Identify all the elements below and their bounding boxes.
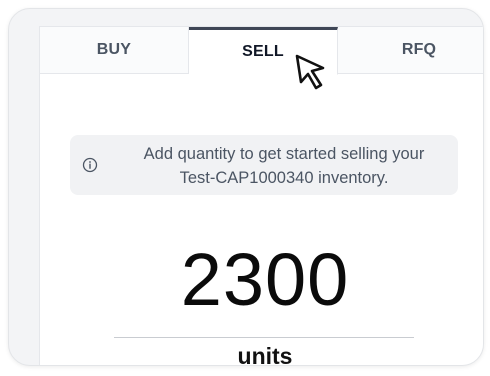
quantity-unit-label: units [237, 343, 293, 366]
info-banner: Add quantity to get started selling your… [70, 135, 458, 195]
app-frame: BUY SELL RFQ Add quantity to get started… [8, 8, 484, 366]
info-banner-text: Add quantity to get started selling your… [114, 142, 454, 190]
info-icon [82, 157, 98, 173]
tab-buy[interactable]: BUY [40, 27, 189, 74]
pointer-arrow-icon [295, 54, 325, 90]
info-banner-line-1: Add quantity to get started selling your [143, 145, 425, 163]
trade-panel: BUY SELL RFQ Add quantity to get started… [39, 26, 483, 366]
quantity-underline [114, 337, 414, 338]
info-banner-line-2: Test-CAP1000340 inventory. [179, 169, 389, 187]
trade-tabs: BUY SELL RFQ [40, 27, 483, 75]
quantity-input[interactable]: 2300 [40, 237, 483, 323]
tab-rfq[interactable]: RFQ [338, 27, 483, 74]
